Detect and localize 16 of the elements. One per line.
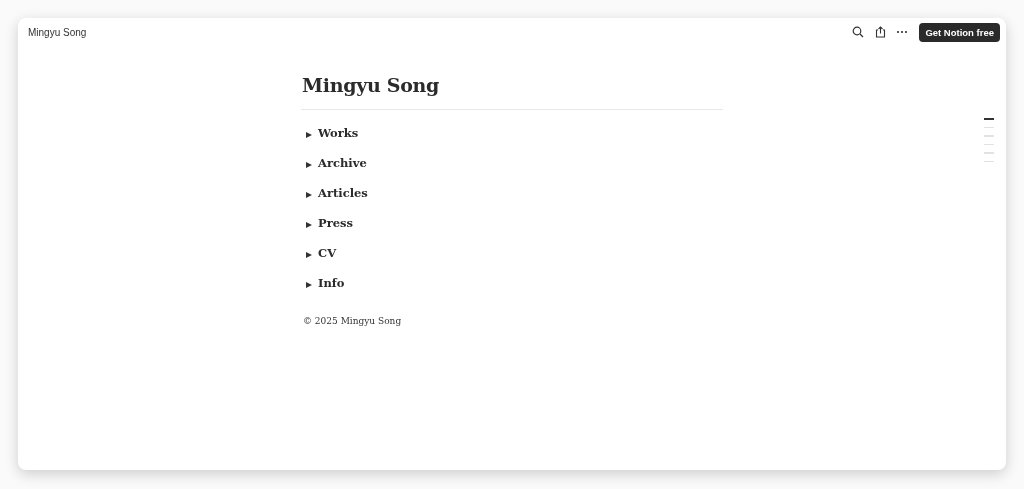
toggle-triangle-icon[interactable]: [306, 132, 312, 138]
toggle-triangle-icon[interactable]: [306, 192, 312, 198]
toggle-triangle-icon[interactable]: [306, 282, 312, 288]
section-heading[interactable]: Press: [318, 216, 353, 230]
toggle-triangle-icon[interactable]: [306, 222, 312, 228]
toggle-triangle-icon[interactable]: [306, 162, 312, 168]
get-notion-button[interactable]: Get Notion free: [919, 22, 1000, 42]
section-heading[interactable]: Articles: [318, 186, 368, 200]
section-heading[interactable]: Info: [318, 276, 345, 290]
copyright-text: © 2025 Mingyu Song: [303, 316, 403, 326]
section-heading[interactable]: CV: [318, 246, 337, 260]
toggle-triangle-icon[interactable]: [306, 252, 312, 258]
page-title: Mingyu Song: [302, 74, 440, 96]
section-heading[interactable]: Archive: [318, 156, 367, 170]
section-heading[interactable]: Works: [318, 126, 359, 140]
site-title: Mingyu Song: [28, 26, 88, 38]
